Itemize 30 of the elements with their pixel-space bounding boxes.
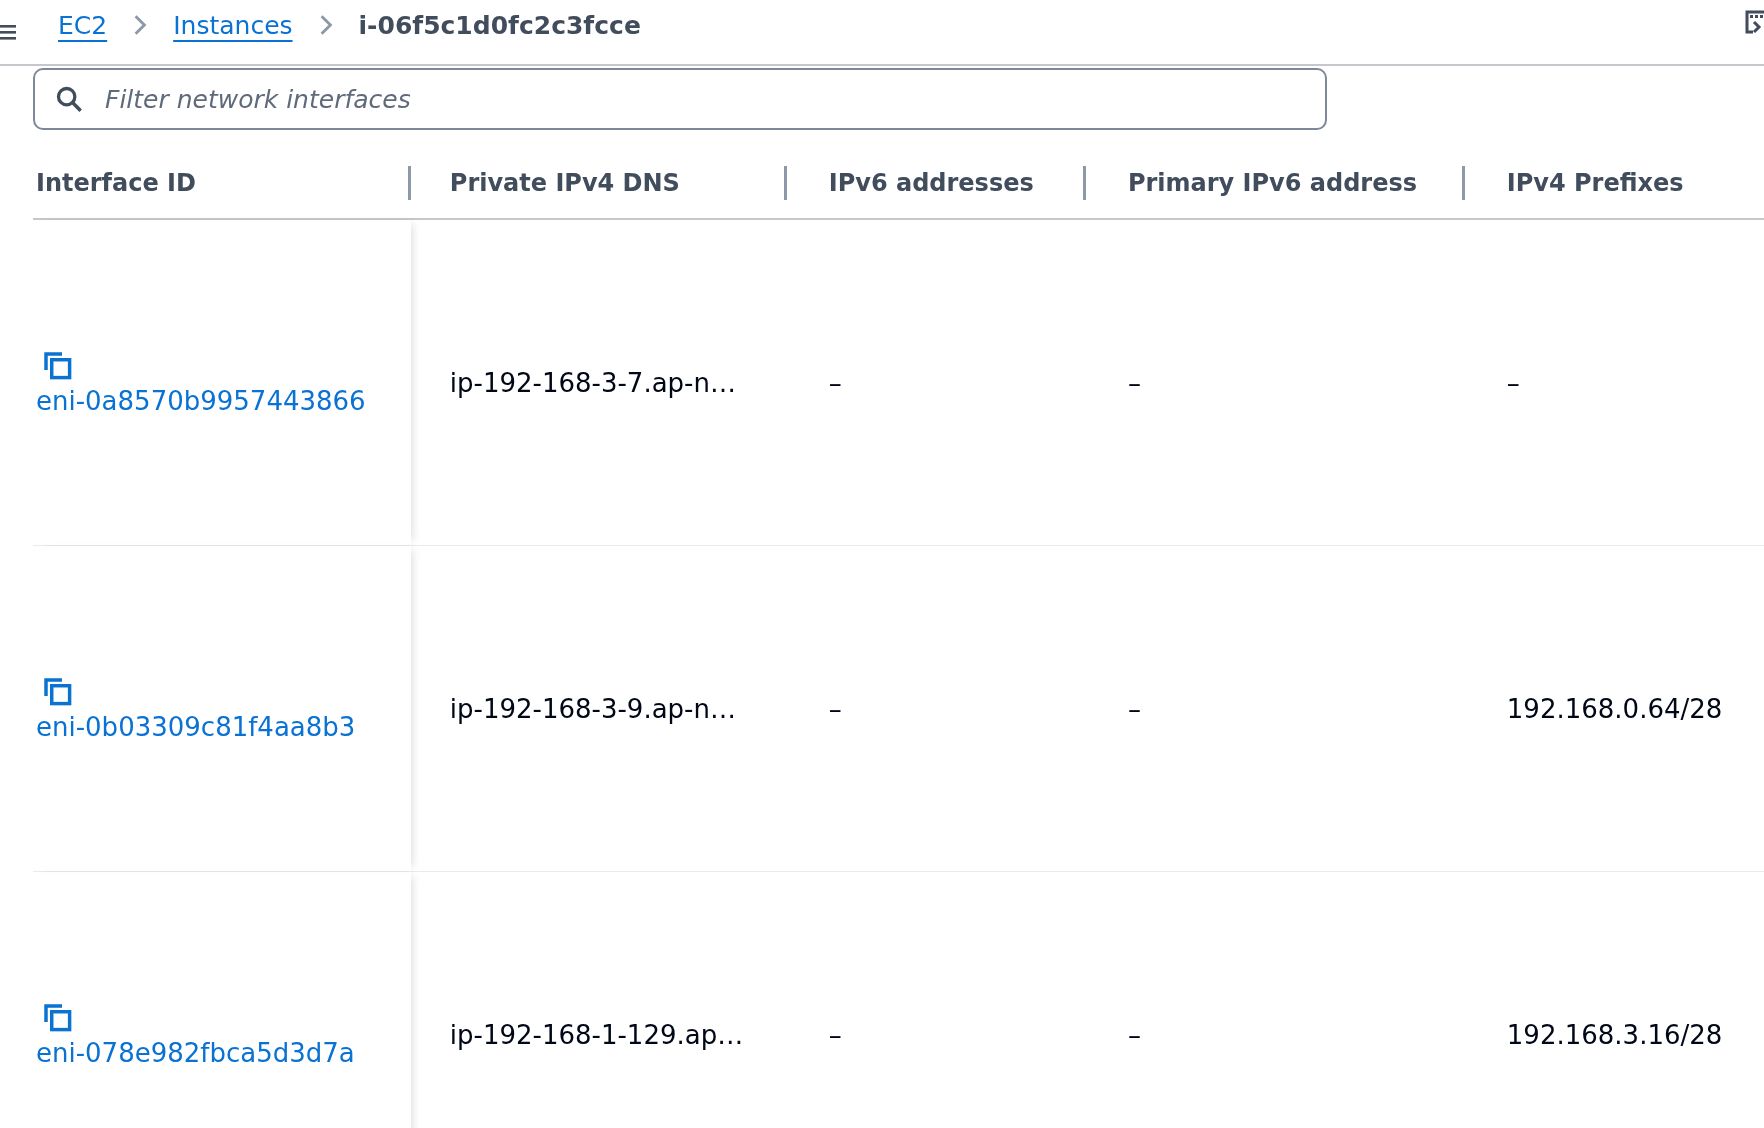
chevron-right-icon bbox=[133, 14, 148, 36]
table-cell: – bbox=[828, 693, 842, 724]
search-field[interactable]: Filter network interfaces bbox=[33, 68, 1327, 130]
table-cell: ip-192-168-3-7.ap-n… bbox=[449, 367, 736, 398]
search-icon bbox=[55, 85, 83, 113]
table-cell: – bbox=[1506, 367, 1520, 398]
table-cell: – bbox=[828, 1019, 842, 1050]
copy-icon[interactable] bbox=[42, 349, 74, 382]
column-header[interactable]: Private IPv4 DNS bbox=[449, 169, 680, 197]
breadcrumb-link[interactable]: EC2 bbox=[58, 10, 108, 40]
table-cell: 192.168.3.16/28 bbox=[1506, 1019, 1723, 1050]
column-header[interactable]: IPv4 Prefixes bbox=[1506, 169, 1684, 197]
interface-id-link[interactable]: eni-078e982fbca5d3d7a bbox=[36, 1037, 355, 1068]
breadcrumb-link[interactable]: Instances bbox=[173, 10, 293, 40]
chevron-right-icon bbox=[318, 14, 333, 36]
copy-icon[interactable] bbox=[42, 1001, 74, 1034]
table-cell: 192.168.0.64/28 bbox=[1506, 693, 1723, 724]
breadcrumb-current: i-06f5c1d0fc2c3fcce bbox=[358, 10, 641, 40]
table-cell: – bbox=[1127, 1019, 1141, 1050]
table-cell: ip-192-168-1-129.ap… bbox=[449, 1019, 744, 1050]
interface-id-link[interactable]: eni-0a8570b9957443866 bbox=[36, 385, 366, 416]
column-header[interactable]: IPv6 addresses bbox=[828, 169, 1034, 197]
table-cell: – bbox=[1127, 693, 1141, 724]
table-cell: – bbox=[828, 367, 842, 398]
table-cell: – bbox=[1127, 367, 1141, 398]
column-header[interactable]: Primary IPv6 address bbox=[1127, 169, 1418, 197]
column-header[interactable]: Interface ID bbox=[36, 169, 196, 197]
interface-id-link[interactable]: eni-0b03309c81f4aa8b3 bbox=[36, 711, 356, 742]
table-cell: ip-192-168-3-9.ap-n… bbox=[449, 693, 736, 724]
copy-icon[interactable] bbox=[42, 675, 74, 708]
